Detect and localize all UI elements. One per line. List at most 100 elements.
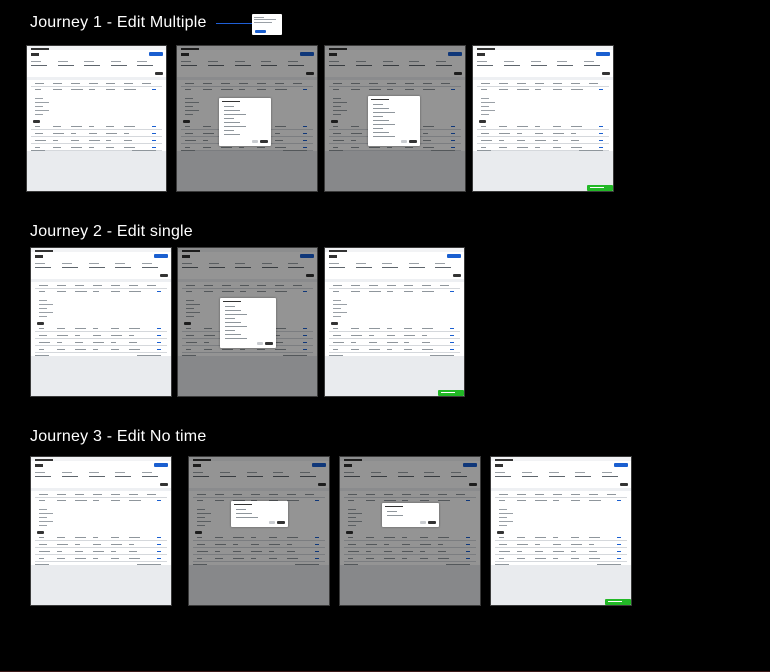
edit-link[interactable] [617,551,621,552]
screen-primary-button[interactable] [312,463,326,467]
edit-link[interactable] [315,558,319,559]
screen-tab[interactable] [35,255,43,258]
modal-save-button[interactable] [409,140,417,143]
detail-button[interactable] [195,531,202,534]
detail-button[interactable] [184,322,191,325]
detail-button[interactable] [37,531,44,534]
edit-link[interactable] [451,161,455,162]
edit-link[interactable] [157,328,161,329]
detail-button[interactable] [331,322,338,325]
edit-link[interactable] [303,377,307,378]
modal-cancel-button[interactable] [420,521,426,524]
screen-tab[interactable] [181,53,189,56]
comment-resolve-button[interactable] [255,30,266,33]
pagination-controls[interactable] [295,564,319,565]
edit-link[interactable] [466,537,470,538]
secondary-button[interactable] [454,72,462,75]
modal-save-button[interactable] [277,521,285,524]
detail-button[interactable] [331,120,338,123]
edit-link[interactable] [599,133,603,134]
modal-cancel-button[interactable] [257,342,263,345]
edit-link[interactable] [157,335,161,336]
secondary-button[interactable] [453,274,461,277]
modal-save-button[interactable] [265,342,273,345]
edit-link[interactable] [599,89,603,90]
screen-primary-button[interactable] [300,254,314,258]
screen-tab[interactable] [193,464,201,467]
pagination-controls[interactable] [431,150,455,151]
edit-link[interactable] [466,500,470,501]
edit-link[interactable] [617,558,621,559]
secondary-button[interactable] [602,72,610,75]
journey-3-screen-3[interactable] [339,456,481,606]
edit-modal[interactable] [368,96,420,146]
edit-link[interactable] [451,133,455,134]
edit-link[interactable] [450,328,454,329]
modal-cancel-button[interactable] [252,140,258,143]
edit-link[interactable] [303,161,307,162]
edit-link[interactable] [451,175,455,176]
edit-link[interactable] [152,133,156,134]
screen-primary-button[interactable] [596,52,610,56]
edit-link[interactable] [451,89,455,90]
edit-link[interactable] [451,154,455,155]
edit-link[interactable] [315,537,319,538]
screen-tab[interactable] [477,53,485,56]
edit-link[interactable] [450,335,454,336]
edit-modal[interactable] [382,503,439,527]
edit-link[interactable] [315,586,319,587]
journey-2-screen-3[interactable] [324,247,465,397]
edit-link[interactable] [315,579,319,580]
modal-cancel-button[interactable] [401,140,407,143]
comment-card[interactable] [252,14,282,35]
secondary-button[interactable] [318,483,326,486]
journey-3-screen-1[interactable] [30,456,172,606]
edit-link[interactable] [157,551,161,552]
edit-link[interactable] [157,500,161,501]
screen-tab[interactable] [344,464,352,467]
edit-link[interactable] [152,89,156,90]
edit-link[interactable] [315,551,319,552]
edit-link[interactable] [466,544,470,545]
edit-link[interactable] [315,500,319,501]
screen-tab[interactable] [31,53,39,56]
edit-link[interactable] [303,342,307,343]
edit-link[interactable] [303,335,307,336]
journey-3-screen-4[interactable] [490,456,632,606]
edit-link[interactable] [303,89,307,90]
edit-link[interactable] [157,291,161,292]
screen-primary-button[interactable] [149,52,163,56]
edit-link[interactable] [617,544,621,545]
screen-tab[interactable] [495,464,503,467]
detail-button[interactable] [33,120,40,123]
edit-link[interactable] [303,168,307,169]
edit-link[interactable] [450,291,454,292]
detail-button[interactable] [479,120,486,123]
edit-link[interactable] [466,558,470,559]
edit-link[interactable] [303,370,307,371]
edit-link[interactable] [599,140,603,141]
edit-link[interactable] [451,147,455,148]
secondary-button[interactable] [155,72,163,75]
edit-link[interactable] [157,342,161,343]
edit-link[interactable] [157,349,161,350]
edit-link[interactable] [303,126,307,127]
edit-link[interactable] [303,154,307,155]
journey-1-screen-3[interactable] [324,45,466,192]
pagination-controls[interactable] [283,150,307,151]
edit-link[interactable] [315,572,319,573]
screen-tab[interactable] [329,255,337,258]
secondary-button[interactable] [469,483,477,486]
edit-link[interactable] [303,356,307,357]
edit-link[interactable] [451,126,455,127]
modal-save-button[interactable] [428,521,436,524]
edit-link[interactable] [157,558,161,559]
edit-link[interactable] [303,147,307,148]
edit-modal[interactable] [219,98,271,146]
edit-link[interactable] [315,565,319,566]
screen-primary-button[interactable] [154,254,168,258]
secondary-button[interactable] [306,274,314,277]
edit-link[interactable] [466,551,470,552]
screen-tab[interactable] [329,53,337,56]
screen-primary-button[interactable] [463,463,477,467]
